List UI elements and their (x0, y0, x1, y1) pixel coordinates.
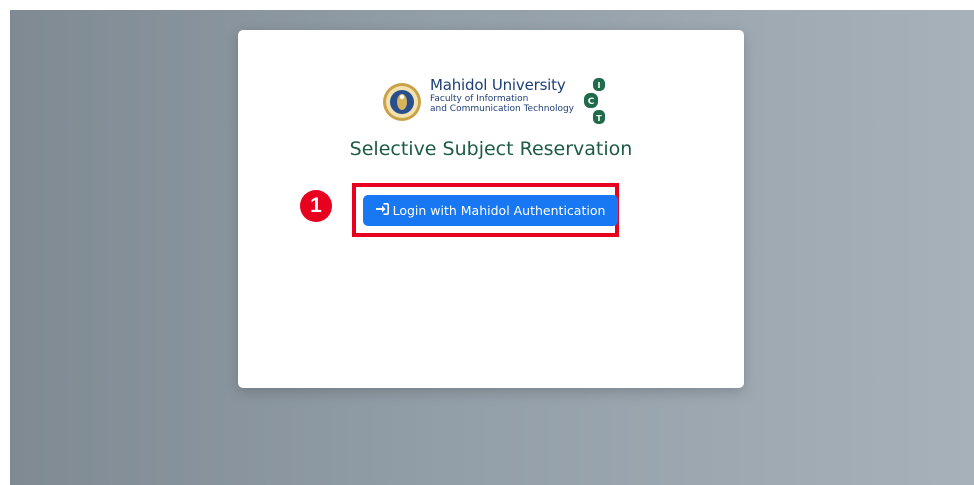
login-mahidol-button[interactable]: Login with Mahidol Authentication (363, 195, 618, 226)
ict-letter-i: I (598, 81, 601, 90)
annotation-step-badge: 1 (300, 190, 332, 222)
page-title: Selective Subject Reservation (349, 138, 633, 160)
university-name: Mahidol University (430, 76, 566, 94)
page-background: Mahidol University Faculty of Informatio… (10, 10, 974, 485)
header-logos: Mahidol University Faculty of Informatio… (382, 76, 612, 128)
faculty-name-line2: and Communication Technology (430, 104, 575, 114)
university-text-block: Mahidol University Faculty of Informatio… (430, 76, 580, 114)
ict-letter-t: T (596, 114, 602, 123)
sign-in-icon (375, 195, 389, 226)
login-card: Mahidol University Faculty of Informatio… (238, 30, 744, 388)
university-seal-logo (383, 83, 421, 121)
ict-logo: I C T (584, 78, 605, 124)
faculty-name-line1: Faculty of Information (430, 94, 529, 104)
login-button-label: Login with Mahidol Authentication (392, 203, 606, 218)
ict-letter-c: C (588, 97, 595, 107)
